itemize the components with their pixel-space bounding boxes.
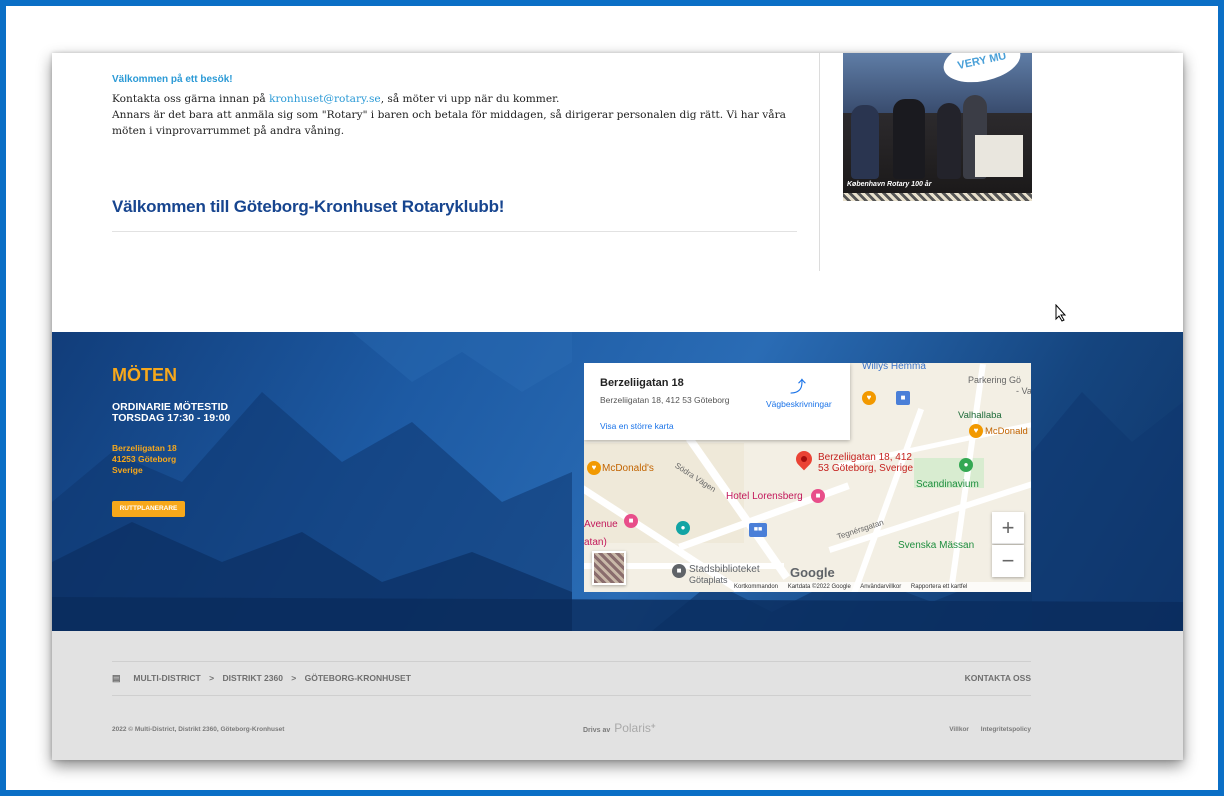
event-photo: VERY MU København Rotary 100 år <box>843 53 1032 201</box>
larger-map-link[interactable]: Visa en större karta <box>600 421 674 431</box>
address-city: 41253 Göteborg <box>112 454 177 464</box>
transit-icon: ■ <box>896 391 910 405</box>
library-icon: ■ <box>672 564 686 578</box>
hotel-icon: ■ <box>811 489 825 503</box>
satellite-toggle[interactable] <box>592 551 626 585</box>
map-label-mcdonalds-right: McDonald <box>985 426 1028 437</box>
photo-person <box>893 99 925 179</box>
powered-by-prefix: Drivs av <box>583 727 611 734</box>
terms-of-use-link[interactable]: Användarvillkor <box>860 584 901 590</box>
map-label-avenue: Avenue <box>584 519 618 530</box>
legal-links: Villkor Integritetspolicy <box>939 726 1031 733</box>
club-title: Välkommen till Göteborg-Kronhuset Rotary… <box>112 197 505 216</box>
map-label-hotel: Hotel Lorensberg <box>726 491 803 502</box>
contact-link[interactable]: KONTAKTA OSS <box>965 673 1031 683</box>
breadcrumb-separator: > <box>209 673 215 683</box>
map-label-parkering-2: - Va <box>1016 386 1031 396</box>
breadcrumb-separator: > <box>291 673 297 683</box>
meetings-title: MÖTEN <box>112 365 177 385</box>
restaurant-icon: ♥ <box>587 461 601 475</box>
google-map[interactable]: Willys Hemma Parkering Gö - Va Valhallab… <box>584 363 1031 592</box>
breadcrumb-club[interactable]: GÖTEBORG-KRONHUSET <box>305 673 411 683</box>
map-label-stadsbiblioteket: Stadsbiblioteket <box>689 564 760 575</box>
map-label-parkering: Parkering Gö <box>968 375 1022 385</box>
map-label-gotaplats: Götaplats <box>689 575 728 585</box>
photo-caption: København Rotary 100 år <box>847 181 932 188</box>
footer-divider <box>112 695 1031 696</box>
content-section: Välkommen på ett besök! Kontakta oss gär… <box>52 53 1183 332</box>
attraction-icon: ● <box>676 521 690 535</box>
welcome-text: Kontakta oss gärna innan på kronhuset@ro… <box>112 91 802 139</box>
line1-prefix: Kontakta oss gärna innan på <box>112 93 270 105</box>
welcome-line-2: Annars är det bara att anmäla sig som "R… <box>112 109 786 137</box>
address-country: Sverige <box>112 465 143 475</box>
keyboard-shortcuts-link[interactable]: Kortkommandon <box>734 584 778 590</box>
breadcrumb-district[interactable]: DISTRIKT 2360 <box>222 673 282 683</box>
title-divider <box>112 231 797 232</box>
map-label-willys: Willys Hemma <box>862 363 926 372</box>
map-label-valhallabadet: Valhallaba <box>958 410 1002 421</box>
map-info-card: Berzeliigatan 18 Berzeliigatan 18, 412 5… <box>584 363 850 440</box>
privacy-link[interactable]: Integritetspolicy <box>981 726 1031 733</box>
photo-person <box>851 105 879 179</box>
map-label-svenska-massan: Svenska Mässan <box>898 540 975 551</box>
map-label-scandinavium: Scandinavium <box>916 479 979 490</box>
zoom-out-button[interactable]: − <box>992 545 1024 577</box>
map-footer: Kortkommandon Kartdata ©2022 Google Anvä… <box>734 582 1031 592</box>
meeting-time: ORDINARIE MÖTESTID TORSDAG 17:30 - 19:00 <box>112 402 230 424</box>
zoom-in-button[interactable]: + <box>992 512 1024 544</box>
powered-by: Drivs av Polaris+ <box>583 721 656 735</box>
directions-link[interactable]: Vägbeskrivningar <box>766 399 832 409</box>
restaurant-icon: ♥ <box>969 424 983 438</box>
site-footer: ▤ MULTI-DISTRICT > DISTRIKT 2360 > GÖTEB… <box>52 631 1183 760</box>
terms-link[interactable]: Villkor <box>949 726 969 733</box>
photo-person <box>937 103 961 179</box>
line1-suffix: , så möter vi upp när du kommer. <box>380 93 560 105</box>
web-page: Välkommen på ett besök! Kontakta oss gär… <box>52 53 1183 760</box>
transit-icon: ■■ <box>749 523 767 537</box>
footer-divider <box>112 661 1031 662</box>
address-street: Berzeliigatan 18 <box>112 443 177 453</box>
hotel-icon: ■ <box>624 514 638 528</box>
meeting-time-value: TORSDAG 17:30 - 19:00 <box>112 412 231 424</box>
column-divider <box>819 53 820 271</box>
mouse-cursor-icon <box>1055 304 1067 322</box>
map-data-credit: Kartdata ©2022 Google <box>787 584 851 590</box>
welcome-heading: Välkommen på ett besök! <box>112 74 233 85</box>
map-pin-label: Berzeliigatan 18, 412 53 Göteborg, Sveri… <box>818 452 914 474</box>
welcome-line-1: Kontakta oss gärna innan på kronhuset@ro… <box>112 91 802 107</box>
email-link[interactable]: kronhuset@rotary.se <box>269 93 381 105</box>
polaris-logo[interactable]: Polaris <box>614 721 651 735</box>
meetings-section: MÖTEN ORDINARIE MÖTESTID TORSDAG 17:30 -… <box>52 332 1183 631</box>
report-error-link[interactable]: Rapportera ett kartfel <box>911 584 967 590</box>
photo-podium <box>975 135 1023 177</box>
sitemap-icon: ▤ <box>112 673 121 683</box>
meeting-address: Berzeliigatan 18 41253 Göteborg Sverige <box>112 443 177 476</box>
map-info-name: Berzeliigatan 18 <box>600 377 684 389</box>
map-label-mcdonalds-left: McDonald's <box>602 463 654 474</box>
polaris-plus: + <box>650 721 656 731</box>
map-pin-icon[interactable] <box>792 447 816 471</box>
google-logo: Google <box>790 565 835 580</box>
map-label-atan: atan) <box>584 537 607 548</box>
breadcrumb-multi-district[interactable]: MULTI-DISTRICT <box>133 673 200 683</box>
stadium-icon: ● <box>959 458 973 472</box>
copyright: 2022 © Multi-District, Distrikt 2360, Gö… <box>112 726 285 733</box>
breadcrumb: ▤ MULTI-DISTRICT > DISTRIKT 2360 > GÖTEB… <box>112 673 411 684</box>
directions-icon[interactable]: ⤴ <box>789 379 807 397</box>
restaurant-icon: ♥ <box>862 391 876 405</box>
route-planner-button[interactable]: RUTTPLANERARE <box>112 501 185 517</box>
map-info-address: Berzeliigatan 18, 412 53 Göteborg <box>600 395 730 405</box>
